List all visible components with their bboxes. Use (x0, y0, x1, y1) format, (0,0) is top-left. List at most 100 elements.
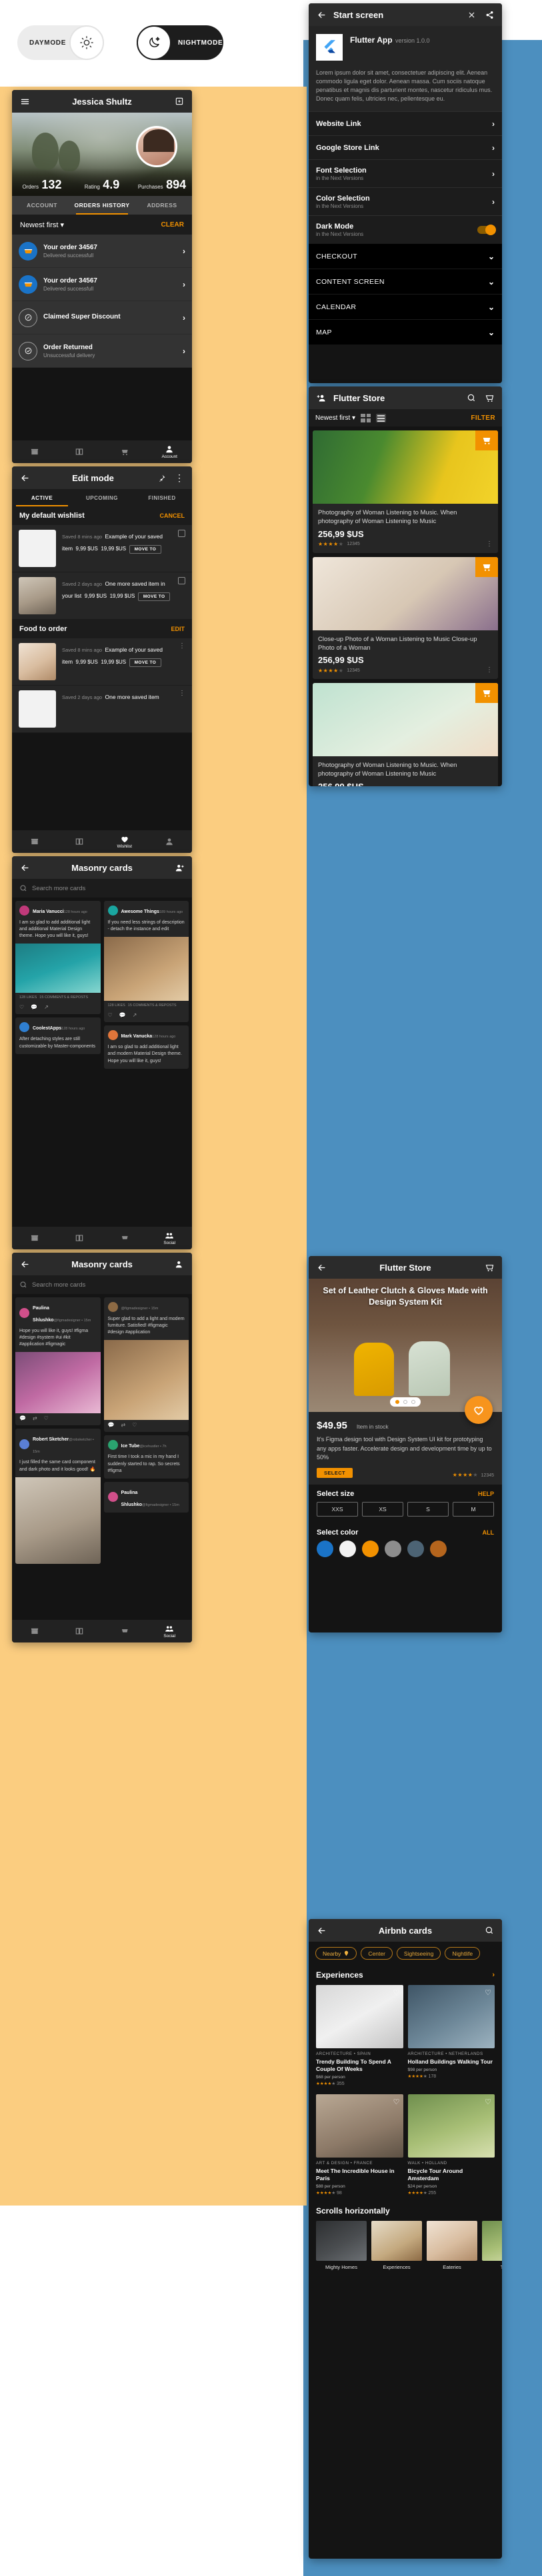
move-to-button[interactable]: MOVE TO (137, 592, 171, 601)
tab-address[interactable]: ADDRESS (132, 196, 192, 215)
comment-icon[interactable]: 💬 (119, 1012, 126, 1018)
share-icon[interactable]: ↗ (133, 1012, 137, 1018)
order-row[interactable]: Claimed Super Discount › (12, 301, 192, 334)
order-row[interactable]: Order Returned Unsuccessful delivery › (12, 334, 192, 368)
size-option-m[interactable]: M (453, 1501, 494, 1517)
chip-nearby[interactable]: Nearby (315, 1947, 357, 1960)
back-icon[interactable] (315, 1924, 327, 1936)
add-to-cart-icon[interactable] (475, 556, 498, 577)
start-row-color-selection[interactable]: Color Selection in the Next Versions › (309, 187, 502, 216)
add-person-icon[interactable] (173, 1258, 185, 1270)
nav-account[interactable]: Account (147, 444, 193, 459)
nav-cart[interactable] (102, 447, 147, 456)
wishlist-item[interactable]: Saved 2 days ago One more saved item ⋮ (12, 686, 192, 733)
select-button[interactable]: SELECT (317, 1467, 353, 1478)
order-row[interactable]: Your order 34567 Delivered successfull › (12, 268, 192, 301)
nav-social[interactable]: Social (147, 1231, 193, 1245)
scroll-item[interactable]: Eateries (427, 2221, 477, 2270)
like-icon[interactable]: ♡ (132, 1422, 137, 1428)
nav-store[interactable] (12, 1233, 57, 1243)
daymode-toggle[interactable]: DAYMODE (17, 25, 104, 60)
repost-icon[interactable]: ⇄ (33, 1415, 37, 1421)
chevron-right-icon[interactable]: › (492, 1971, 495, 1979)
accordion-content-screen[interactable]: CONTENT SCREEN ⌄ (309, 269, 502, 295)
back-icon[interactable] (315, 9, 327, 21)
tab-orders-history[interactable]: ORDERS HISTORY (72, 196, 132, 215)
cart-icon[interactable] (483, 1261, 495, 1273)
nav-account[interactable] (147, 837, 193, 846)
masonry-post[interactable]: Ice Tube@icehustler • 7h First time I to… (103, 1435, 189, 1479)
wishlist-item[interactable]: Saved 8 mins ago Example of your saved i… (12, 638, 192, 686)
back-icon[interactable] (19, 862, 31, 874)
comment-icon[interactable]: 💬 (108, 1422, 115, 1428)
tab-finished[interactable]: FINISHED (132, 489, 192, 506)
nightmode-toggle[interactable]: NIGHTMODE (137, 25, 223, 60)
experience-card[interactable]: ♡ ART & DESIGN • FRANCE Meet The Incredi… (316, 2094, 403, 2196)
color-swatch-gray[interactable] (385, 1540, 401, 1557)
masonry-card[interactable]: CoolestApps128 hours ago After detaching… (15, 1017, 101, 1054)
edit-button[interactable]: EDIT (171, 626, 185, 632)
nav-book[interactable] (57, 837, 103, 846)
share-icon[interactable] (483, 9, 495, 21)
start-row-dark-mode[interactable]: Dark Mode in the Next Versions (309, 215, 502, 244)
more-icon[interactable]: ⋮ (486, 540, 493, 548)
masonry2-searchbar[interactable]: Search more cards (12, 1275, 192, 1294)
favorite-icon[interactable]: ♡ (393, 1988, 400, 1997)
sort-dropdown[interactable]: Newest first ▾ (20, 221, 161, 229)
experience-card[interactable]: ♡ WALK • HOLLAND Bicycle Tour Around Ams… (407, 2094, 495, 2196)
search-input[interactable]: Search more cards (32, 1281, 85, 1289)
favorite-icon[interactable]: ♡ (393, 2098, 400, 2106)
list-view-icon[interactable] (376, 413, 387, 422)
color-swatch-blue[interactable] (317, 1540, 333, 1557)
horizontal-scroll-list[interactable]: Mighty Homes Experiences Eateries Travel (309, 2218, 502, 2277)
add-person-icon[interactable] (315, 392, 327, 404)
back-icon[interactable] (315, 1261, 327, 1273)
repost-icon[interactable]: ⇄ (121, 1422, 125, 1428)
product-card[interactable]: Photography of Woman Listening to Music.… (313, 430, 498, 553)
back-icon[interactable] (19, 472, 31, 484)
dark-mode-switch[interactable] (477, 224, 496, 235)
favorite-icon[interactable]: ♡ (485, 1988, 491, 1997)
chip-nightlife[interactable]: Nightlife (445, 1947, 481, 1960)
grid-view-icon[interactable] (361, 413, 371, 422)
chip-sightseeing[interactable]: Sightseeing (396, 1947, 441, 1960)
cart-icon[interactable] (483, 392, 495, 404)
masonry-post[interactable]: @figmadesigner • 15m Super glad to add a… (103, 1297, 189, 1433)
size-option-xxs[interactable]: XXS (317, 1501, 358, 1517)
accordion-map[interactable]: MAP ⌄ (309, 319, 502, 345)
search-icon[interactable] (465, 392, 477, 404)
product-card[interactable]: Close-up Photo of a Woman Listening to M… (313, 556, 498, 680)
nav-cart[interactable] (102, 1233, 147, 1243)
clear-button[interactable]: CLEAR (161, 221, 184, 229)
nav-cart[interactable] (102, 1626, 147, 1636)
share-icon[interactable]: ↗ (44, 1004, 49, 1010)
masonry-card[interactable]: Maria Vanucci128 hours ago I am so glad … (15, 901, 101, 1015)
color-swatch-white[interactable] (339, 1540, 356, 1557)
scroll-item[interactable]: Travel (482, 2221, 502, 2270)
experience-card[interactable]: ♡ ARCHITECTURE • NETHERLANDS Holland Bui… (407, 1985, 495, 2086)
scroll-item[interactable]: Mighty Homes (316, 2221, 367, 2270)
move-to-button[interactable]: MOVE TO (129, 545, 162, 554)
search-icon[interactable] (483, 1924, 495, 1936)
start-row-google-store-link[interactable]: Google Store Link › (309, 135, 502, 160)
accordion-calendar[interactable]: CALENDAR ⌄ (309, 294, 502, 320)
search-input[interactable]: Search more cards (32, 885, 85, 892)
experience-card[interactable]: ♡ ARCHITECTURE • SPAIN Trendy Building T… (316, 1985, 403, 2086)
nav-store[interactable] (12, 837, 57, 846)
add-person-icon[interactable] (173, 862, 185, 874)
nav-book[interactable] (57, 447, 103, 456)
nav-store[interactable] (12, 447, 57, 456)
cancel-button[interactable]: CANCEL (160, 512, 185, 519)
item-checkbox[interactable] (178, 577, 185, 584)
accordion-checkout[interactable]: CHECKOUT ⌄ (309, 243, 502, 269)
color-swatch-orange[interactable] (362, 1540, 379, 1557)
more-icon[interactable]: ⋮ (173, 472, 185, 484)
masonry-card[interactable]: Mark Vanucka128 hours ago I am so glad t… (103, 1025, 189, 1069)
masonry1-searchbar[interactable]: Search more cards (12, 879, 192, 898)
comment-icon[interactable]: 💬 (19, 1415, 26, 1421)
masonry-post[interactable]: Robert Sketcher@robsketcher • 15m I just… (15, 1429, 101, 1564)
masonry-card[interactable]: Awesome Things189 hours ago If you need … (103, 901, 189, 1023)
size-option-s[interactable]: S (407, 1501, 449, 1517)
masonry-post[interactable]: Paulina Shlushko@figmadesigner • 15m Hop… (15, 1297, 101, 1426)
filter-button[interactable]: FILTER (471, 414, 495, 422)
